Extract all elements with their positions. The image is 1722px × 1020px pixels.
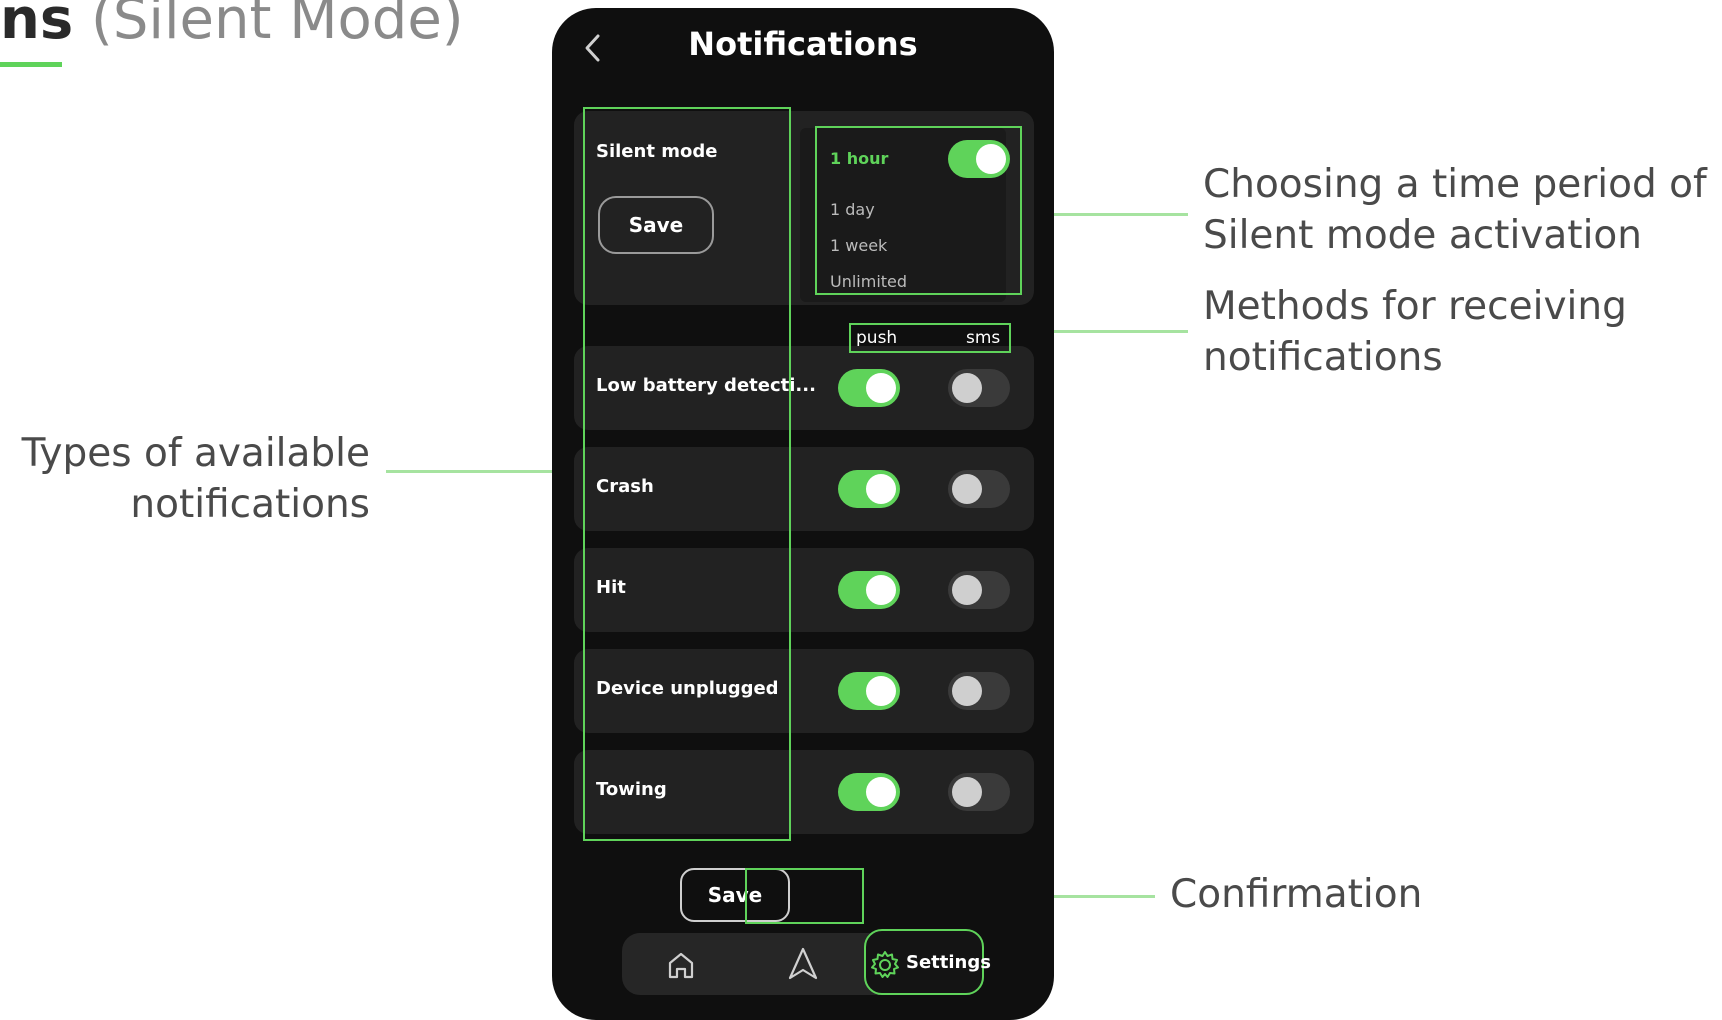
toggle-knob [866,676,896,706]
annotation-types-line2: notifications [130,482,370,527]
toggle-knob [952,777,982,807]
toggle-knob [952,474,982,504]
annotation-period-line1: Choosing a time period of [1203,162,1707,207]
toggle-knob [866,474,896,504]
annotation-methods-line2: notifications [1203,335,1443,380]
annotation-types: Types of available notifications [14,428,370,530]
toggle-knob [952,373,982,403]
highlight-save [745,868,864,924]
nav-settings-label: Settings [906,952,991,973]
sms-toggle[interactable] [948,773,1010,811]
highlight-methods [849,323,1011,353]
page-heading-light: (Silent Mode) [73,0,464,52]
highlight-notification-types [583,107,791,841]
annotation-period-line2: Silent mode activation [1203,213,1642,258]
annotation-period: Choosing a time period of Silent mode ac… [1203,159,1707,261]
sms-toggle[interactable] [948,672,1010,710]
annotation-confirmation: Confirmation [1170,872,1423,917]
push-toggle[interactable] [838,773,900,811]
toggle-knob [952,575,982,605]
sms-toggle[interactable] [948,369,1010,407]
annotation-methods-line1: Methods for receiving [1203,284,1627,329]
sms-toggle[interactable] [948,571,1010,609]
sms-toggle[interactable] [948,470,1010,508]
highlight-period-options [815,126,1022,295]
screen-title: Notifications [688,25,918,63]
push-toggle[interactable] [838,470,900,508]
annotation-methods: Methods for receiving notifications [1203,281,1627,383]
gear-icon [869,949,901,981]
push-toggle[interactable] [838,571,900,609]
navigation-arrow-icon[interactable] [786,946,820,982]
push-toggle[interactable] [838,672,900,710]
page-heading: ns (Silent Mode) [0,0,464,48]
phone-screen: Notifications Silent mode Save 1 hour 1 … [552,8,1054,1020]
toggle-knob [952,676,982,706]
push-toggle[interactable] [838,369,900,407]
toggle-knob [866,575,896,605]
home-icon[interactable] [665,949,697,981]
annotation-types-line1: Types of available [21,431,370,476]
heading-underline [0,62,62,67]
page-heading-bold: ns [0,0,74,52]
toggle-knob [866,777,896,807]
toggle-knob [866,373,896,403]
